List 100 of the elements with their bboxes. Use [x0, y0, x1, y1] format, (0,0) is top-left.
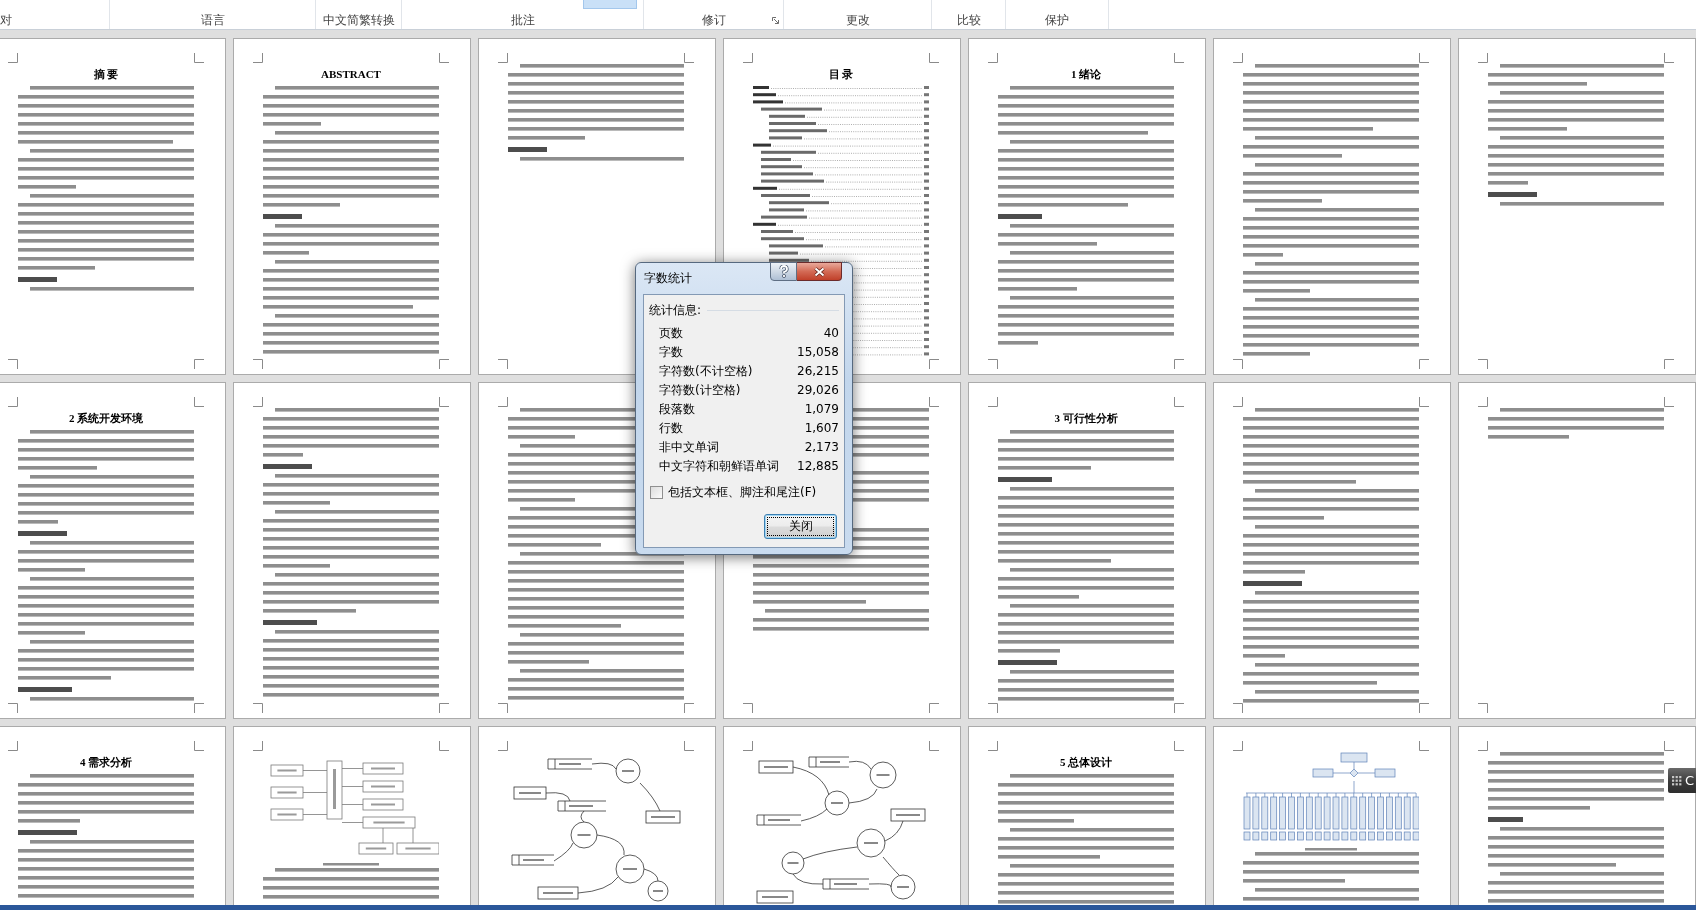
crop-mark-icon	[1478, 741, 1488, 751]
stat-label: 页数	[659, 326, 683, 341]
crop-mark-icon	[439, 397, 449, 407]
close-icon	[813, 266, 825, 277]
crop-mark-icon	[498, 359, 508, 369]
page-heading: 2 系统开发环境	[68, 412, 144, 424]
crop-mark-icon	[194, 703, 204, 713]
window-close-button[interactable]	[797, 262, 842, 281]
crop-mark-icon	[1664, 53, 1674, 63]
crop-mark-icon	[988, 741, 998, 751]
crop-mark-icon	[8, 741, 18, 751]
crop-mark-icon	[743, 741, 753, 751]
page-heading: 5 总体设计	[1059, 756, 1113, 768]
stat-label: 字符数(计空格)	[659, 383, 741, 398]
crop-mark-icon	[1233, 397, 1243, 407]
crop-mark-icon	[439, 741, 449, 751]
crop-mark-icon	[439, 53, 449, 63]
crop-mark-icon	[1174, 741, 1184, 751]
crop-mark-icon	[1664, 397, 1674, 407]
crop-mark-icon	[1478, 397, 1488, 407]
crop-mark-icon	[1664, 703, 1674, 713]
side-tab[interactable]: C	[1668, 768, 1696, 793]
crop-mark-icon	[1664, 741, 1674, 751]
crop-mark-icon	[253, 741, 263, 751]
crop-mark-icon	[8, 397, 18, 407]
stat-label: 非中文单词	[659, 440, 719, 455]
ribbon-group-label: 比较	[956, 13, 981, 27]
crop-mark-icon	[1174, 359, 1184, 369]
stat-value: 2,173	[804, 440, 839, 455]
stat-value: 29,026	[797, 383, 839, 398]
page-heading: 4 需求分析	[79, 756, 133, 768]
stat-label: 段落数	[659, 402, 695, 417]
crop-mark-icon	[684, 53, 694, 63]
page-heading: ABSTRACT	[321, 68, 381, 80]
crop-mark-icon	[498, 703, 508, 713]
crop-mark-icon	[8, 359, 18, 369]
crop-mark-icon	[253, 359, 263, 369]
stat-value: 15,058	[797, 345, 839, 360]
page-heading: 1 绪论	[1070, 68, 1102, 80]
crop-mark-icon	[498, 741, 508, 751]
crop-mark-icon	[988, 397, 998, 407]
crop-mark-icon	[1664, 359, 1674, 369]
stat-value: 1,079	[804, 402, 839, 417]
crop-mark-icon	[988, 703, 998, 713]
crop-mark-icon	[929, 53, 939, 63]
crop-mark-icon	[8, 53, 18, 63]
crop-mark-icon	[1419, 397, 1429, 407]
crop-mark-icon	[929, 359, 939, 369]
crop-mark-icon	[498, 397, 508, 407]
ribbon-group-label: 语言	[200, 13, 225, 27]
page-heading: 3 可行性分析	[1054, 412, 1118, 424]
crop-mark-icon	[1174, 397, 1184, 407]
stat-label: 中文字符和朝鲜语单词	[659, 459, 779, 474]
crop-mark-icon	[929, 703, 939, 713]
crop-mark-icon	[1478, 53, 1488, 63]
crop-mark-icon	[1419, 53, 1429, 63]
dialog-title: 字数统计	[644, 270, 692, 286]
crop-mark-icon	[1174, 703, 1184, 713]
crop-mark-icon	[194, 359, 204, 369]
help-icon	[778, 265, 789, 278]
crop-mark-icon	[1478, 703, 1488, 713]
close-button[interactable]: 关闭	[764, 514, 837, 539]
crop-mark-icon	[988, 53, 998, 63]
section-label: 统计信息:	[649, 302, 702, 318]
crop-mark-icon	[1233, 53, 1243, 63]
crop-mark-icon	[253, 53, 263, 63]
ribbon-group-label: 对	[0, 13, 12, 27]
crop-mark-icon	[1419, 703, 1429, 713]
crop-mark-icon	[1419, 741, 1429, 751]
crop-mark-icon	[194, 397, 204, 407]
ribbon-group-label: 修订	[701, 13, 726, 27]
page-heading: 目 录	[828, 68, 854, 80]
crop-mark-icon	[743, 703, 753, 713]
crop-mark-icon	[194, 53, 204, 63]
stat-value: 40	[823, 326, 839, 341]
crop-mark-icon	[1233, 703, 1243, 713]
stat-label: 字符数(不计空格)	[659, 364, 753, 379]
ribbon-group-label: 保护	[1045, 13, 1069, 27]
dialog-launcher-icon[interactable]	[772, 16, 779, 24]
crop-mark-icon	[743, 53, 753, 63]
crop-mark-icon	[1478, 359, 1488, 369]
stat-value: 26,215	[797, 364, 839, 379]
crop-mark-icon	[1174, 53, 1184, 63]
crop-mark-icon	[498, 53, 508, 63]
grip-icon	[1672, 775, 1682, 786]
crop-mark-icon	[684, 703, 694, 713]
crop-mark-icon	[1419, 359, 1429, 369]
crop-mark-icon	[929, 741, 939, 751]
stat-value: 1,607	[804, 421, 839, 436]
help-button[interactable]	[770, 262, 797, 281]
stat-value: 12,885	[797, 459, 839, 474]
ribbon-group-label: 批注	[510, 13, 535, 27]
stat-label: 字数	[659, 345, 683, 360]
crop-mark-icon	[253, 703, 263, 713]
crop-mark-icon	[253, 397, 263, 407]
crop-mark-icon	[439, 359, 449, 369]
crop-mark-icon	[194, 741, 204, 751]
checkbox[interactable]	[650, 485, 663, 499]
crop-mark-icon	[929, 397, 939, 407]
ribbon-group-label: 中文简繁转换	[322, 13, 395, 27]
